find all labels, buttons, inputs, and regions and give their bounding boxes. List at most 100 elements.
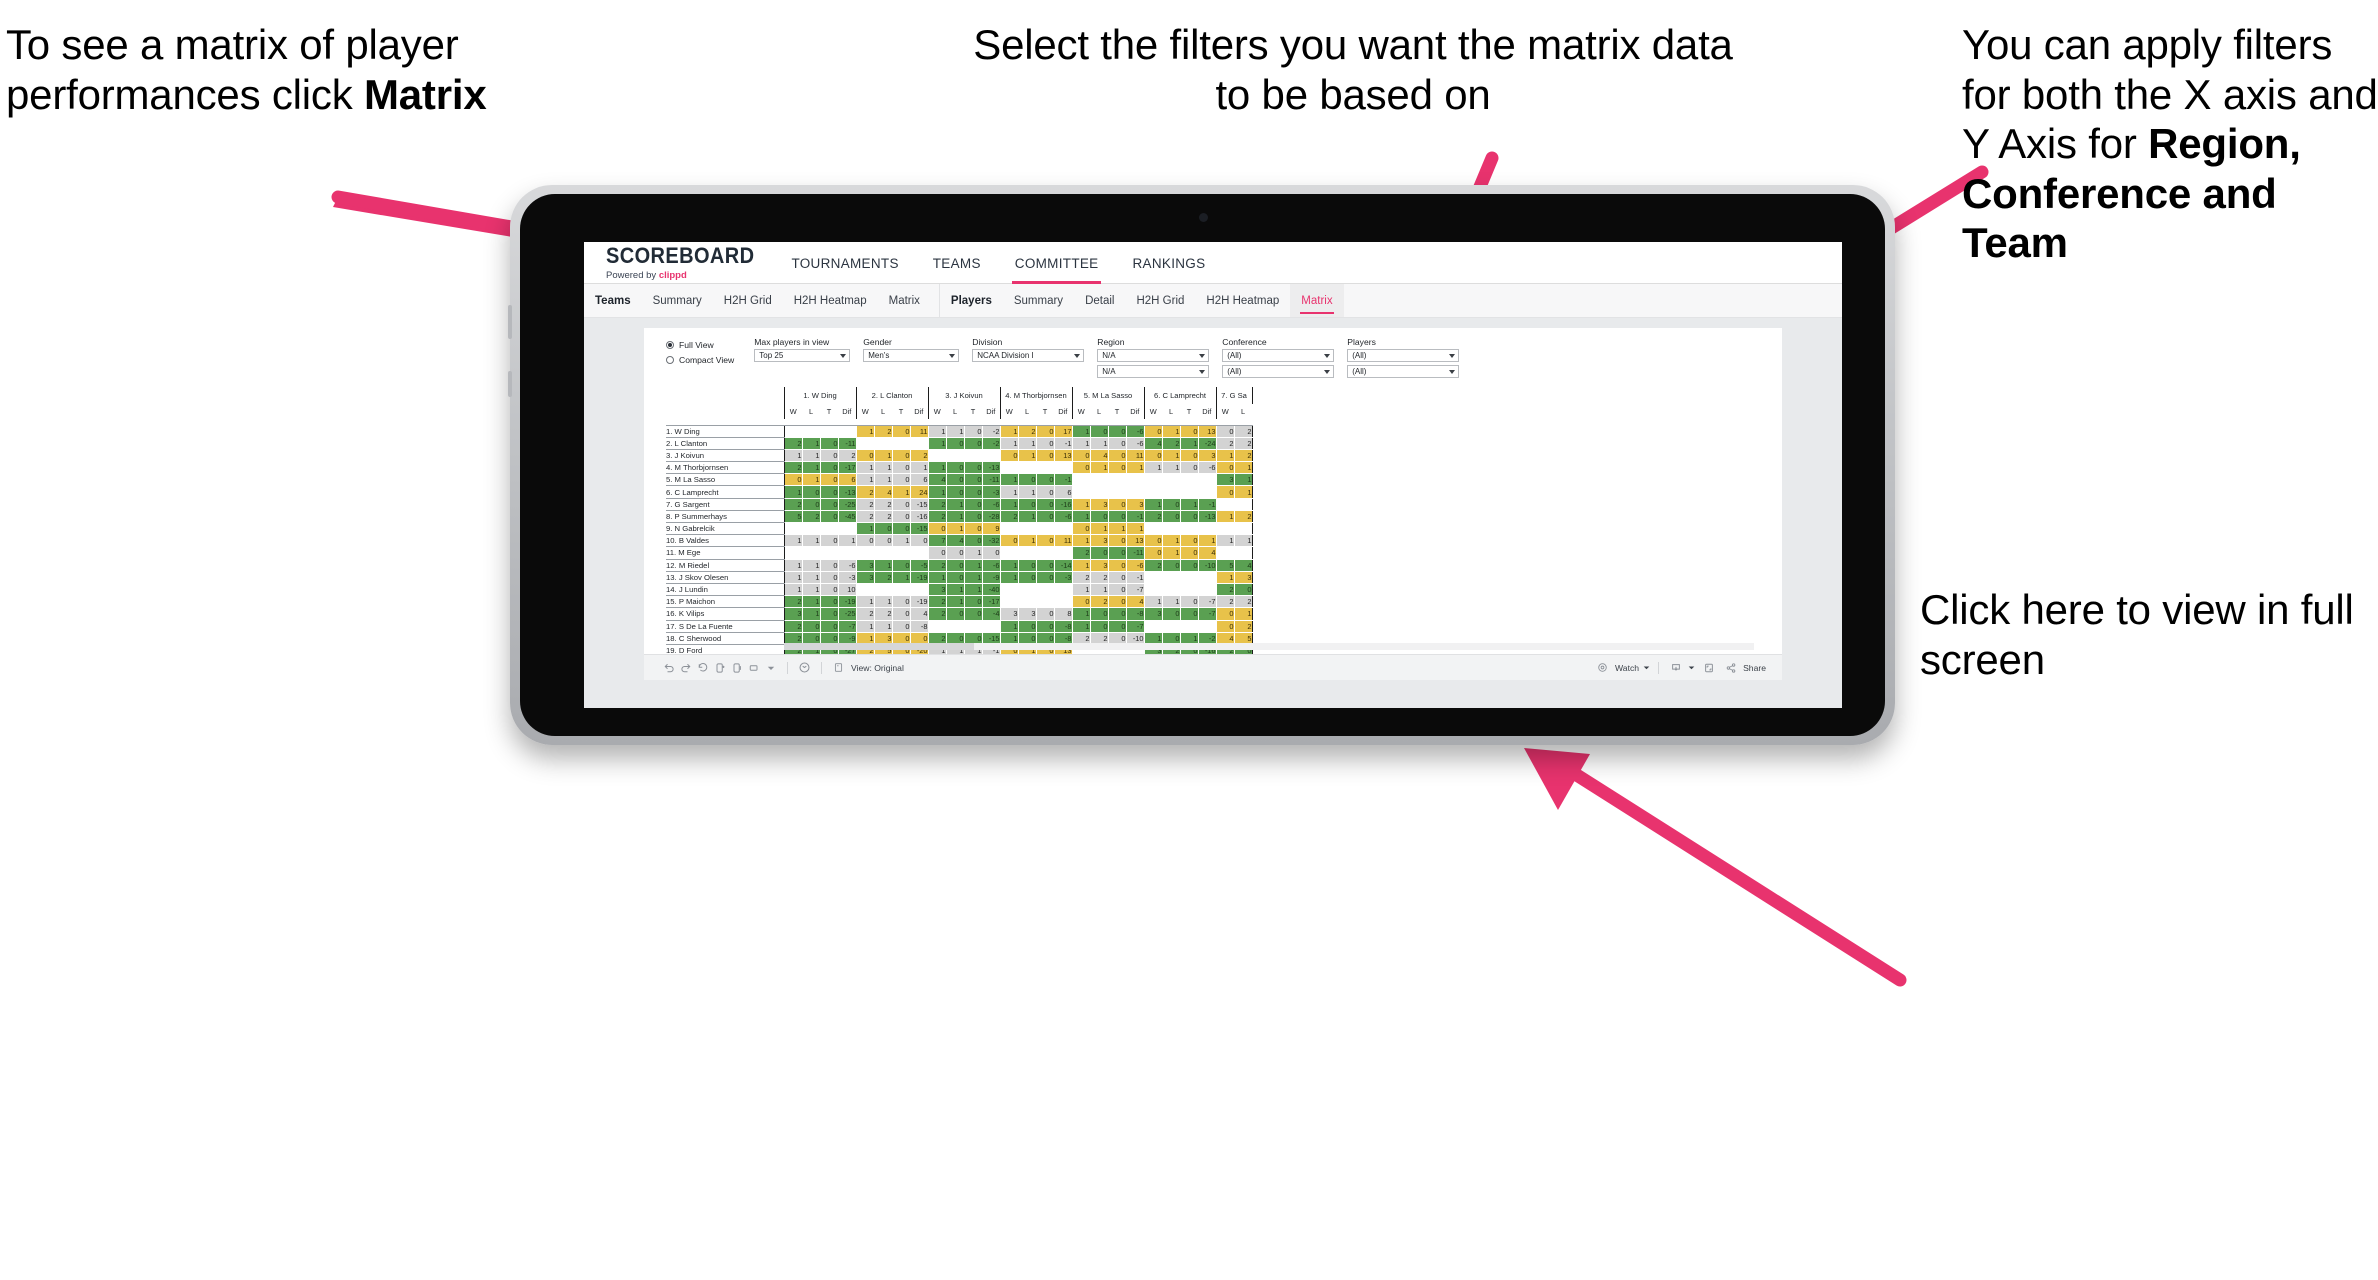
- matrix-cell[interactable]: 1: [874, 559, 893, 572]
- matrix-cell[interactable]: [1180, 522, 1199, 536]
- matrix-cell[interactable]: 2: [1215, 583, 1235, 597]
- horizontal-scrollbar[interactable]: [784, 643, 1754, 650]
- matrix-cell[interactable]: 0: [1143, 546, 1163, 560]
- select-conference-x[interactable]: (All): [1222, 349, 1335, 362]
- matrix-cell[interactable]: 1: [783, 449, 803, 463]
- matrix-cell[interactable]: 1: [1234, 485, 1253, 499]
- matrix-cell[interactable]: [1018, 583, 1037, 597]
- matrix-cell[interactable]: 6: [838, 473, 857, 487]
- table-row[interactable]: 3. J Koivun 1 1 0 2 0 1 0 2 0 1 0 13 0 4 0 11 0 1 0 3 1 2: [666, 449, 1253, 463]
- matrix-cell[interactable]: 1: [964, 583, 983, 597]
- matrix-cell[interactable]: -6: [982, 498, 1001, 511]
- matrix-cell[interactable]: -3: [982, 485, 1001, 499]
- matrix-cell[interactable]: 0: [1180, 559, 1199, 572]
- matrix-cell[interactable]: 0: [892, 498, 911, 511]
- matrix-cell[interactable]: 1: [1018, 437, 1037, 450]
- matrix-cell[interactable]: 1: [802, 607, 821, 621]
- matrix-cell[interactable]: 9: [982, 522, 1001, 536]
- matrix-cell[interactable]: 1: [927, 485, 947, 499]
- matrix-cell[interactable]: [1054, 522, 1073, 536]
- matrix-cell[interactable]: 2: [1090, 571, 1109, 584]
- matrix-cell[interactable]: 0: [982, 546, 1001, 560]
- matrix-cell[interactable]: 1: [892, 534, 911, 548]
- matrix-cell[interactable]: 1: [1018, 485, 1037, 499]
- matrix-cell[interactable]: [1180, 571, 1199, 584]
- matrix-cell[interactable]: 0: [946, 546, 965, 560]
- matrix-row-player-label[interactable]: 17. S De La Fuente: [666, 620, 784, 633]
- undo-icon[interactable]: [660, 659, 677, 676]
- matrix-cell[interactable]: 0: [1036, 473, 1055, 487]
- tab-players-h2h-grid[interactable]: H2H Grid: [1125, 284, 1195, 317]
- select-region-y[interactable]: N/A: [1097, 365, 1210, 378]
- matrix-cell[interactable]: 0: [820, 485, 839, 499]
- matrix-cell[interactable]: -25: [838, 498, 857, 511]
- matrix-cell[interactable]: 1: [855, 425, 875, 438]
- matrix-cell[interactable]: [892, 583, 911, 597]
- matrix-cell[interactable]: 6: [1054, 485, 1073, 499]
- matrix-cell[interactable]: 2: [855, 485, 875, 499]
- matrix-cell[interactable]: -1: [1054, 437, 1073, 450]
- matrix-cell[interactable]: 1: [838, 534, 857, 548]
- matrix-cell[interactable]: 0: [1108, 595, 1127, 609]
- matrix-cell[interactable]: 1: [1126, 461, 1145, 475]
- matrix-cell[interactable]: 1: [999, 437, 1019, 450]
- matrix-cell[interactable]: 1: [1071, 583, 1091, 597]
- matrix-cell[interactable]: 0: [1180, 510, 1199, 524]
- matrix-cell[interactable]: 1: [910, 461, 929, 475]
- matrix-cell[interactable]: 0: [1018, 498, 1037, 511]
- matrix-cell[interactable]: 0: [1108, 559, 1127, 572]
- matrix-cell[interactable]: 1: [874, 461, 893, 475]
- matrix-cell[interactable]: 0: [892, 522, 911, 536]
- matrix-cell[interactable]: 1: [1108, 522, 1127, 536]
- matrix-cell[interactable]: 3: [1198, 449, 1217, 463]
- matrix-cell[interactable]: 0: [1180, 425, 1199, 438]
- matrix-cell[interactable]: -19: [910, 595, 929, 609]
- matrix-cell[interactable]: 0: [892, 461, 911, 475]
- matrix-cell[interactable]: 5: [783, 510, 803, 524]
- table-row[interactable]: 15. P Maichon 2 1 0 -19 1 1 0 -19 2 1 0 -17 0 2 0 4 1 1 0 -7…: [666, 595, 1253, 609]
- matrix-cell[interactable]: 2: [927, 559, 947, 572]
- matrix-cell[interactable]: 0: [1180, 534, 1199, 548]
- matrix-cell[interactable]: 2: [874, 607, 893, 621]
- matrix-cell[interactable]: -13: [1198, 510, 1217, 524]
- matrix-cell[interactable]: 0: [874, 522, 893, 536]
- matrix-cell[interactable]: 4: [910, 607, 929, 621]
- matrix-cell[interactable]: 0: [1090, 607, 1109, 621]
- matrix-cell[interactable]: 0: [964, 437, 983, 450]
- matrix-cell[interactable]: [999, 583, 1019, 597]
- matrix-cell[interactable]: 0: [1071, 595, 1091, 609]
- matrix-cell[interactable]: [1143, 571, 1163, 584]
- matrix-cell[interactable]: [1036, 546, 1055, 560]
- redo-icon[interactable]: [677, 659, 694, 676]
- fullscreen-icon[interactable]: [1700, 659, 1717, 676]
- matrix-cell[interactable]: 0: [946, 473, 965, 487]
- matrix-cell[interactable]: 0: [820, 498, 839, 511]
- tab-teams-h2h-grid[interactable]: H2H Grid: [713, 284, 783, 317]
- matrix-cell[interactable]: 1: [1198, 534, 1217, 548]
- select-players-x[interactable]: (All): [1347, 349, 1460, 362]
- matrix-cell[interactable]: 0: [1180, 546, 1199, 560]
- matrix-cell[interactable]: [838, 522, 857, 536]
- matrix-cell[interactable]: 0: [1108, 425, 1127, 438]
- matrix-cell[interactable]: 5: [1215, 559, 1235, 572]
- matrix-cell[interactable]: [1143, 473, 1163, 487]
- matrix-cell[interactable]: [1036, 583, 1055, 597]
- table-row[interactable]: 17. S De La Fuente 2 0 0 -7 1 1 0 -8 1 0 0 -8 1 0 0 -7 0 2: [666, 620, 1253, 633]
- matrix-cell[interactable]: 10: [838, 583, 857, 597]
- table-row[interactable]: 16. K Vilips 3 1 0 -25 2 2 0 4 2 0 0 -4 3 3 0 8 1 0 0 -8 3 0 0-…: [666, 607, 1253, 621]
- matrix-cell[interactable]: 0: [892, 449, 911, 463]
- matrix-row-player-label[interactable]: 4. M Thorbjornsen: [666, 461, 784, 475]
- radio-compact-view[interactable]: Compact View: [666, 355, 734, 365]
- matrix-cell[interactable]: 8: [1054, 607, 1073, 621]
- matrix-cell[interactable]: 1: [1071, 425, 1091, 438]
- matrix-cell[interactable]: -7: [1198, 607, 1217, 621]
- matrix-cell[interactable]: [910, 583, 929, 597]
- matrix-cell[interactable]: 0: [1090, 425, 1109, 438]
- matrix-cell[interactable]: -4: [982, 607, 1001, 621]
- matrix-cell[interactable]: 0: [1108, 449, 1127, 463]
- matrix-cell[interactable]: 0: [910, 534, 929, 548]
- matrix-cell[interactable]: 1: [1215, 510, 1235, 524]
- matrix-cell[interactable]: 0: [1108, 461, 1127, 475]
- matrix-cell[interactable]: 0: [1162, 498, 1181, 511]
- matrix-cell[interactable]: [1143, 485, 1163, 499]
